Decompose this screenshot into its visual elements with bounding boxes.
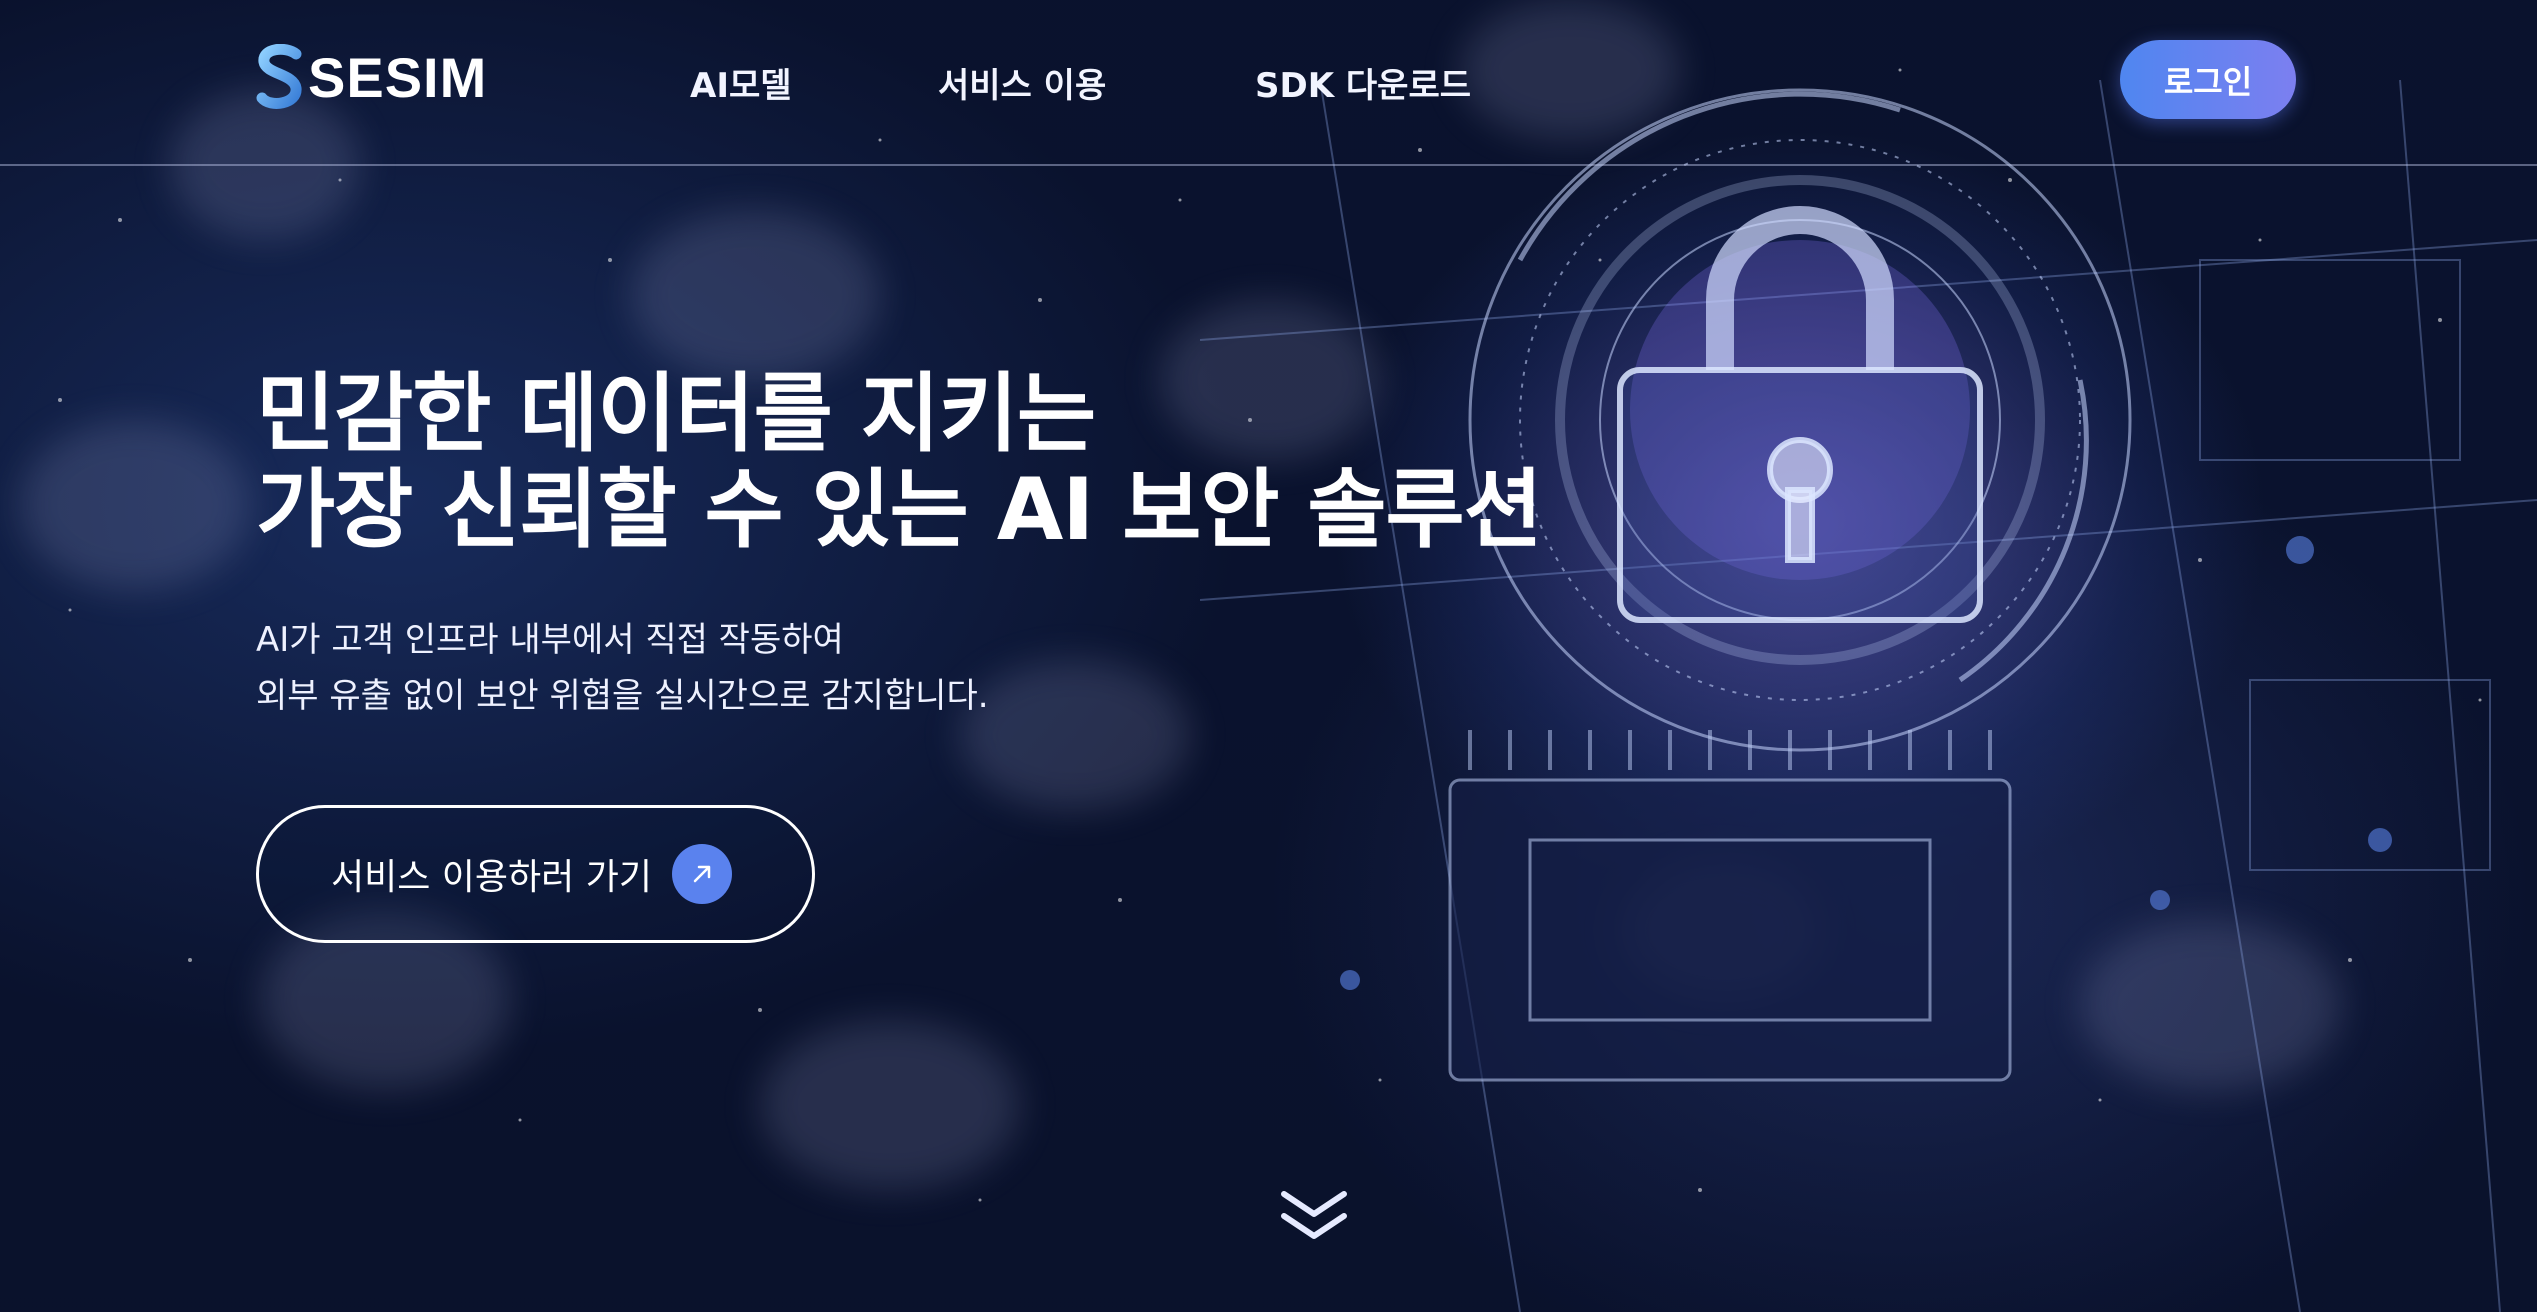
- cta-label: 서비스 이용하러 가기: [331, 857, 652, 898]
- brand-logo[interactable]: SESIM: [256, 44, 487, 110]
- bokeh-light: [760, 1020, 1020, 1190]
- nav-item-service[interactable]: 서비스 이용: [938, 58, 1106, 107]
- hero-title: 민감한 데이터를 지키는 가장 신뢰할 수 있는 AI 보안 솔루션: [256, 366, 1656, 558]
- cta-button[interactable]: 서비스 이용하러 가기: [256, 805, 815, 943]
- bokeh-light: [20, 420, 250, 590]
- padlock-circuit-icon: [1200, 80, 2537, 1312]
- arrow-up-right-icon: [671, 844, 732, 904]
- hero-subtitle-line: 외부 유출 없이 보안 위협을 실시간으로 감지합니다.: [256, 676, 989, 716]
- chevron-double-down-icon[interactable]: [1278, 1186, 1350, 1246]
- nav-item-ai-model[interactable]: AI모델: [690, 58, 792, 107]
- brand-name: SESIM: [308, 45, 488, 109]
- login-button[interactable]: 로그인: [2120, 40, 2296, 119]
- nav-item-sdk-download[interactable]: SDK 다운로드: [1255, 58, 1471, 107]
- hero-subtitle: AI가 고객 인프라 내부에서 직접 작동하여 외부 유출 없이 보안 위협을 …: [256, 612, 1256, 724]
- hero-title-line: 가장 신뢰할 수 있는 AI 보안 솔루션: [256, 460, 1543, 560]
- hero-title-line: 민감한 데이터를 지키는: [256, 364, 1096, 464]
- bokeh-light: [630, 210, 880, 380]
- top-navigation-bar: SESIM AI모델 서비스 이용 SDK 다운로드 로그인: [0, 0, 2537, 166]
- hero-subtitle-line: AI가 고객 인프라 내부에서 직접 작동하여: [256, 620, 844, 660]
- landing-page: SESIM AI모델 서비스 이용 SDK 다운로드 로그인 민감한 데이터를 …: [0, 0, 2537, 1312]
- s-logo-icon: [256, 44, 302, 109]
